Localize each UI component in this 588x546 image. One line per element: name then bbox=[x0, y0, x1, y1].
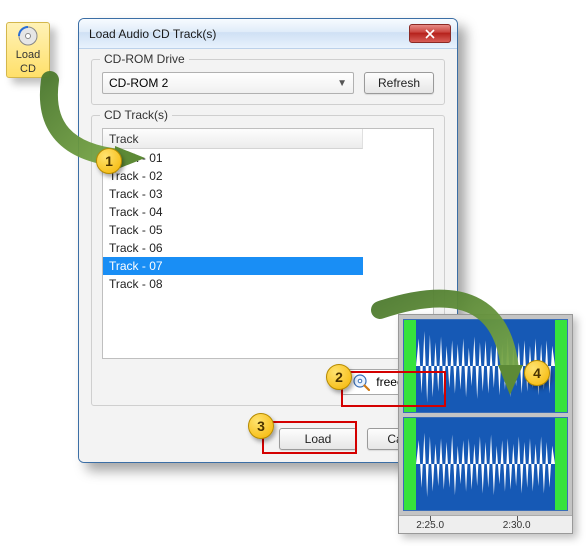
annotation-marker-2: 2 bbox=[326, 364, 352, 390]
list-item[interactable]: Track - 03 bbox=[103, 185, 433, 203]
search-cd-icon bbox=[352, 373, 370, 391]
tracks-listbox[interactable]: Track Track - 01Track - 02Track - 03Trac… bbox=[102, 128, 434, 359]
chevron-down-icon: ▼ bbox=[337, 78, 347, 89]
load-cd-label-2: CD bbox=[20, 63, 36, 75]
list-item[interactable]: Track - 01 bbox=[103, 149, 433, 167]
list-item[interactable]: Track - 08 bbox=[103, 275, 433, 293]
list-item[interactable]: Track - 04 bbox=[103, 203, 433, 221]
waveform-right-svg bbox=[416, 418, 555, 510]
timeline-ruler[interactable]: 2:25.0 2:30.0 bbox=[399, 515, 572, 533]
refresh-button[interactable]: Refresh bbox=[364, 72, 434, 94]
annotation-marker-4: 4 bbox=[524, 360, 550, 386]
load-cd-label-1: Load bbox=[16, 49, 40, 61]
cd-icon bbox=[17, 25, 39, 47]
cd-tracks-group: CD Track(s) Track Track - 01Track - 02Tr… bbox=[91, 115, 445, 406]
waveform-channel-right[interactable] bbox=[403, 417, 568, 511]
annotation-marker-3: 3 bbox=[248, 413, 274, 439]
drive-select[interactable]: CD-ROM 2 ▼ bbox=[102, 72, 354, 94]
close-icon bbox=[425, 29, 435, 39]
ruler-time-2: 2:30.0 bbox=[503, 520, 531, 531]
load-button[interactable]: Load bbox=[279, 428, 357, 450]
tracks-group-label: CD Track(s) bbox=[100, 108, 172, 122]
list-header-track[interactable]: Track bbox=[103, 129, 363, 149]
annotation-marker-1: 1 bbox=[96, 148, 122, 174]
ruler-time-1: 2:25.0 bbox=[416, 520, 444, 531]
drive-select-value: CD-ROM 2 bbox=[109, 76, 168, 90]
load-cd-button[interactable]: Load CD bbox=[6, 22, 50, 78]
waveform-panel: 2:25.0 2:30.0 bbox=[398, 314, 573, 534]
list-item[interactable]: Track - 07 bbox=[103, 257, 363, 275]
dialog-title: Load Audio CD Track(s) bbox=[89, 27, 409, 41]
drive-group-label: CD-ROM Drive bbox=[100, 52, 189, 66]
load-label: Load bbox=[305, 432, 332, 446]
list-item[interactable]: Track - 05 bbox=[103, 221, 433, 239]
refresh-label: Refresh bbox=[378, 76, 420, 90]
close-button[interactable] bbox=[409, 24, 451, 43]
list-item[interactable]: Track - 06 bbox=[103, 239, 433, 257]
titlebar[interactable]: Load Audio CD Track(s) bbox=[79, 19, 457, 49]
cd-rom-drive-group: CD-ROM Drive CD-ROM 2 ▼ Refresh bbox=[91, 59, 445, 105]
list-item[interactable]: Track - 02 bbox=[103, 167, 433, 185]
